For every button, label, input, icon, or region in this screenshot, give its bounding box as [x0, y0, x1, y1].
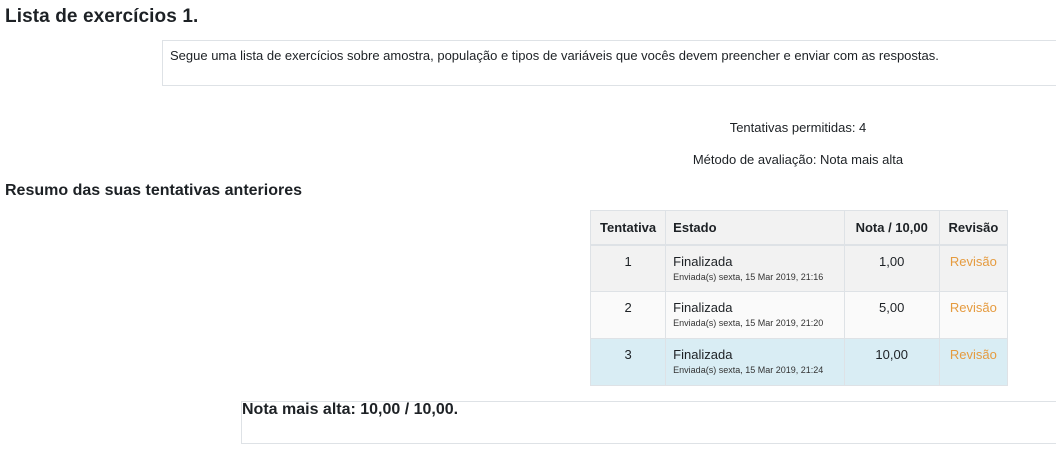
review-link[interactable]: Revisão: [950, 254, 997, 269]
attempt-state: Finalizada: [673, 253, 733, 269]
attempts-allowed: Tentativas permitidas: 4: [729, 120, 867, 135]
highest-grade-text: Nota mais alta: 10,00 / 10,00.: [242, 401, 459, 418]
quiz-intro-text: Segue uma lista de exercícios sobre amos…: [170, 48, 939, 63]
attempts-table: Tentativa Estado Nota / 10,00 Revisão 1 …: [589, 210, 1009, 386]
attempt-number: 1: [589, 244, 667, 292]
table-header-row: Tentativa Estado Nota / 10,00 Revisão: [589, 210, 1009, 246]
table-row: 3 Finalizada Enviada(s) sexta, 15 Mar 20…: [589, 338, 1009, 386]
table-row: 1 Finalizada Enviada(s) sexta, 15 Mar 20…: [589, 244, 1009, 292]
grading-method: Método de avaliação: Nota mais alta: [692, 152, 904, 167]
attempt-state: Finalizada: [673, 347, 733, 362]
column-header-review: Revisão: [938, 210, 1009, 246]
attempt-number: 3: [589, 338, 667, 386]
table-row: 2 Finalizada Enviada(s) sexta, 15 Mar 20…: [589, 291, 1009, 339]
attempt-grade: 1,00: [843, 244, 940, 292]
column-header-attempt: Tentativa: [589, 210, 667, 246]
attempt-state: Finalizada: [673, 300, 733, 315]
attempts-summary-heading: Resumo das suas tentativas anteriores: [5, 182, 303, 199]
column-header-state: Estado: [665, 210, 845, 246]
attempt-submitted-date: Enviada(s) sexta, 15 Mar 2019, 21:24: [673, 365, 824, 375]
attempt-grade: 5,00: [843, 291, 940, 339]
attempt-state-cell: Finalizada Enviada(s) sexta, 15 Mar 2019…: [665, 244, 845, 292]
attempt-submitted-date: Enviada(s) sexta, 15 Mar 2019, 21:16: [673, 271, 824, 282]
attempt-submitted-date: Enviada(s) sexta, 15 Mar 2019, 21:20: [673, 318, 824, 328]
attempt-grade: 10,00: [843, 338, 940, 386]
column-header-grade: Nota / 10,00: [843, 210, 940, 246]
attempt-review-cell: Revisão: [938, 338, 1009, 386]
attempt-state-cell: Finalizada Enviada(s) sexta, 15 Mar 2019…: [665, 291, 845, 339]
review-link[interactable]: Revisão: [950, 300, 997, 315]
attempt-review-cell: Revisão: [938, 291, 1009, 339]
quiz-intro: Segue uma lista de exercícios sobre amos…: [162, 40, 1056, 86]
attempt-number: 2: [589, 291, 667, 339]
attempt-state-cell: Finalizada Enviada(s) sexta, 15 Mar 2019…: [665, 338, 845, 386]
attempt-review-cell: Revisão: [938, 244, 1009, 292]
page-title: Lista de exercícios 1.: [5, 6, 199, 27]
review-link[interactable]: Revisão: [950, 347, 997, 362]
